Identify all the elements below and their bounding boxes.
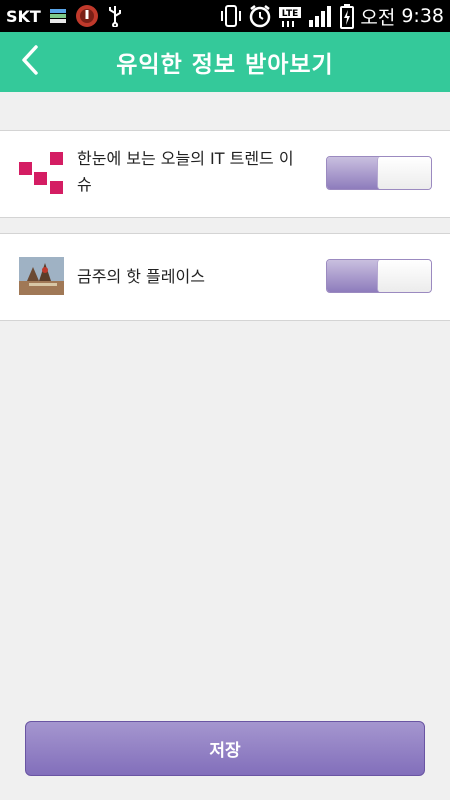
signal-icon xyxy=(308,4,334,28)
list-item: 금주의 핫 플레이스 xyxy=(0,233,450,321)
toggle-knob xyxy=(377,157,431,189)
battery-charging-icon xyxy=(340,3,355,29)
alarm-icon xyxy=(248,4,272,28)
vibrate-icon xyxy=(220,4,242,28)
page-title: 유익한 정보 받아보기 xyxy=(116,52,334,78)
toggle-track xyxy=(327,157,379,189)
item-toggle[interactable] xyxy=(326,156,432,190)
carrier-label: SKT xyxy=(6,6,41,26)
item-toggle[interactable] xyxy=(326,259,432,293)
toggle-track xyxy=(327,260,379,292)
lte-icon: LTE xyxy=(278,4,302,28)
usb-icon xyxy=(107,5,123,27)
back-button[interactable] xyxy=(8,40,52,84)
place-photo xyxy=(19,257,64,295)
sim-icon xyxy=(49,8,67,24)
item-label: 금주의 핫 플레이스 xyxy=(77,267,205,286)
status-time: 9:38 xyxy=(401,5,444,27)
lte-label: LTE xyxy=(282,9,299,19)
status-ampm: 오전 xyxy=(360,6,396,29)
pink-squares-logo xyxy=(19,152,63,196)
toggle-knob xyxy=(377,260,431,292)
list-item: 한눈에 보는 오늘의 IT 트렌드 이슈 xyxy=(0,130,450,218)
music-icon xyxy=(75,4,99,28)
chevron-left-icon xyxy=(19,45,41,79)
status-bar: SKT LTE 오전 9:38 xyxy=(0,0,450,32)
save-button[interactable]: 저장 xyxy=(25,721,425,776)
item-label: 한눈에 보는 오늘의 IT 트렌드 이슈 xyxy=(77,149,294,194)
app-header: 유익한 정보 받아보기 xyxy=(0,32,450,92)
